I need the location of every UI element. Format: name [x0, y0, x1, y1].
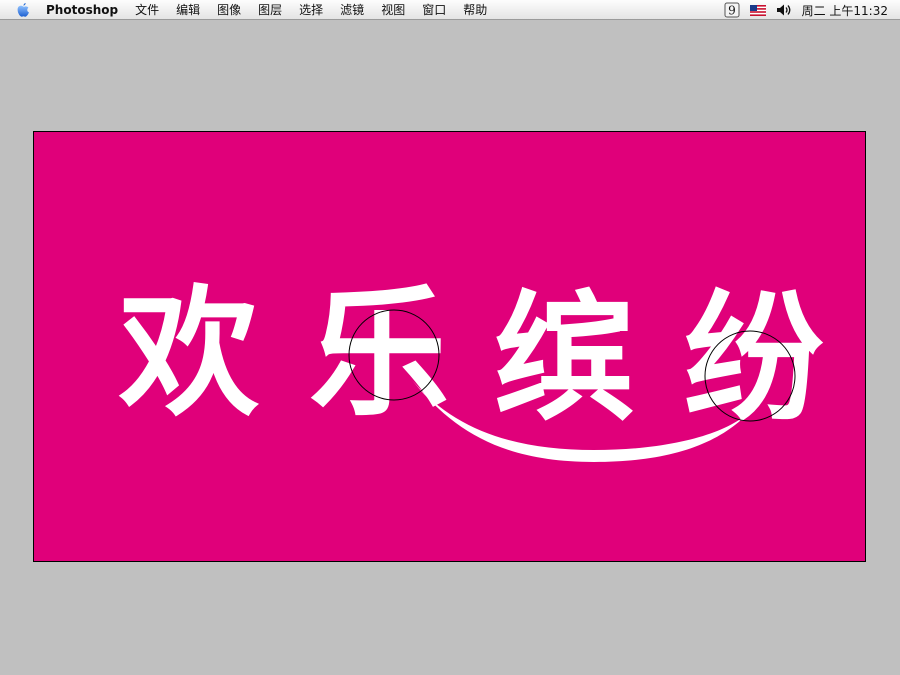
canvas-artwork: 欢 乐 缤 纷: [34, 132, 865, 561]
menu-filter[interactable]: 滤镜: [340, 0, 364, 20]
us-flag-icon[interactable]: [749, 4, 766, 16]
volume-icon[interactable]: [776, 3, 792, 17]
apple-menu-icon[interactable]: [14, 1, 32, 19]
menu-list: Photoshop 文件 编辑 图像 图层 选择 滤镜 视图 窗口 帮助: [46, 0, 504, 20]
menu-layer[interactable]: 图层: [258, 0, 282, 20]
palette-9-icon[interactable]: 9: [724, 2, 740, 18]
svg-text:9: 9: [728, 4, 736, 18]
menu-edit[interactable]: 编辑: [176, 0, 200, 20]
menu-select[interactable]: 选择: [299, 0, 323, 20]
char-bin: 缤: [494, 277, 634, 441]
menu-image[interactable]: 图像: [217, 0, 241, 20]
menu-app-photoshop[interactable]: Photoshop: [46, 3, 118, 17]
menu-help[interactable]: 帮助: [463, 0, 487, 20]
char-le: 乐: [309, 272, 449, 436]
menu-view[interactable]: 视图: [381, 0, 405, 20]
menu-file[interactable]: 文件: [135, 0, 159, 20]
char-fen: 纷: [684, 277, 824, 441]
menu-window[interactable]: 窗口: [422, 0, 446, 20]
menu-extras: 9 周二 上午11:32: [714, 0, 888, 20]
menu-clock[interactable]: 周二 上午11:32: [802, 2, 888, 19]
menu-bar: Photoshop 文件 编辑 图像 图层 选择 滤镜 视图 窗口 帮助 9 周…: [0, 0, 900, 20]
char-huan: 欢: [118, 272, 260, 436]
document-canvas[interactable]: 欢 乐 缤 纷: [33, 131, 866, 562]
